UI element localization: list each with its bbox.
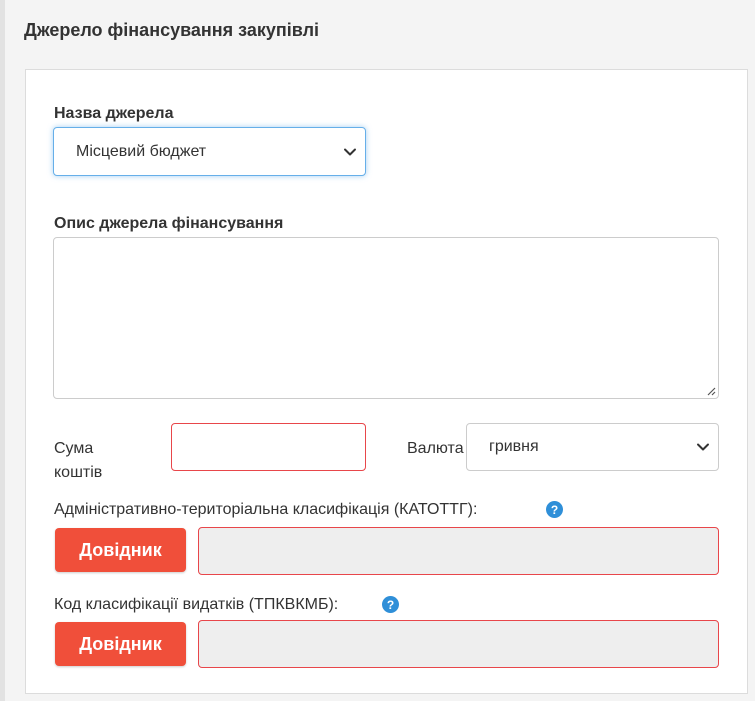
katottg-input[interactable] xyxy=(198,527,719,575)
tpkvkmb-input[interactable] xyxy=(198,620,719,668)
description-textarea[interactable] xyxy=(53,237,719,399)
amount-input[interactable] xyxy=(171,423,366,471)
section-title: Джерело фінансування закупівлі xyxy=(24,20,320,40)
amount-label-line2: коштів xyxy=(54,464,103,481)
left-edge-strip xyxy=(0,0,5,701)
katottg-directory-button[interactable]: Довідник xyxy=(55,528,186,572)
source-name-select[interactable]: Місцевий бюджет xyxy=(53,127,366,176)
svg-text:?: ? xyxy=(551,503,558,517)
chevron-down-icon xyxy=(344,148,356,155)
currency-value: гривня xyxy=(489,438,539,455)
help-icon[interactable]: ? xyxy=(382,596,399,613)
description-label: Опис джерела фінансування xyxy=(54,215,284,232)
help-icon[interactable]: ? xyxy=(546,501,563,518)
resize-handle-icon[interactable] xyxy=(706,386,716,396)
tpkvkmb-directory-button[interactable]: Довідник xyxy=(55,622,186,666)
source-name-label: Назва джерела xyxy=(54,105,174,122)
amount-label-line1: Сума xyxy=(54,440,94,457)
tpkvkmb-label: Код класифікації видатків (ТПКВКМБ): xyxy=(54,596,339,613)
chevron-down-icon xyxy=(697,443,709,451)
currency-select[interactable]: гривня xyxy=(466,423,719,471)
svg-text:?: ? xyxy=(387,598,394,612)
currency-label: Валюта xyxy=(407,440,464,457)
katottg-label: Адміністративно-територіальна класифікац… xyxy=(54,501,478,518)
source-name-value: Місцевий бюджет xyxy=(76,142,207,160)
